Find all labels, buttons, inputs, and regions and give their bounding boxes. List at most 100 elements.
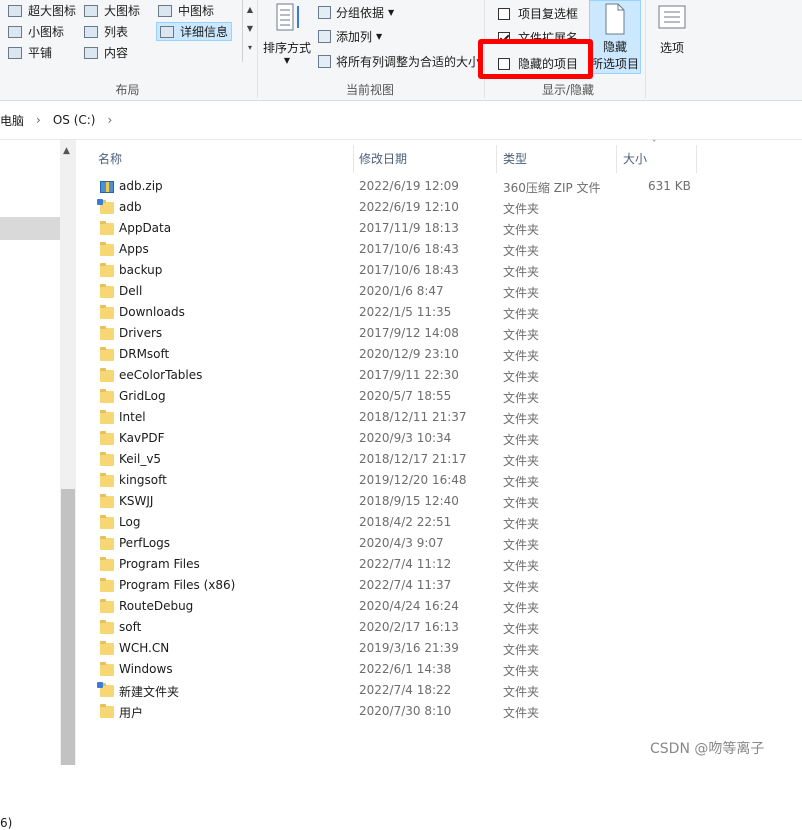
red-highlight-box (478, 39, 593, 79)
breadcrumb-parent[interactable]: 电脑 (0, 112, 24, 129)
file-name: kingsoft (119, 473, 167, 487)
column-header-name[interactable]: 名称 (98, 150, 122, 167)
table-row[interactable]: 用户 2020/7/30 8:10 文件夹 (96, 702, 776, 723)
scroll-up-icon[interactable]: ▲ (63, 146, 70, 156)
table-row[interactable]: Keil_v5 2018/12/17 21:17 文件夹 (96, 450, 776, 471)
layout-medium-icons[interactable]: 中图标 (158, 1, 214, 20)
file-type: 文件夹 (503, 664, 540, 678)
column-divider[interactable] (353, 145, 354, 173)
table-row[interactable]: Apps 2017/10/6 18:43 文件夹 (96, 240, 776, 261)
layout-list[interactable]: 列表 (84, 22, 128, 41)
sort-by-button[interactable]: 排序方式 ▼ (262, 2, 312, 65)
table-row[interactable]: backup 2017/10/6 18:43 文件夹 (96, 261, 776, 282)
file-type: 文件夹 (503, 370, 540, 384)
file-date: 2022/7/4 11:12 (359, 557, 452, 571)
file-type: 文件夹 (503, 223, 540, 237)
layout-details[interactable]: 详细信息 (156, 22, 233, 41)
chevron-down-icon: ▼ (376, 32, 383, 41)
hide-selected-items-button[interactable]: 隐藏 所选项目 (589, 0, 641, 74)
folder-icon (100, 431, 114, 445)
hide-document-icon (605, 3, 625, 35)
folder-icon (100, 536, 114, 550)
layout-group-title: 布局 (115, 83, 140, 97)
add-columns-button[interactable]: 添加列 ▼ (318, 28, 382, 45)
column-header-date[interactable]: 修改日期 (359, 150, 407, 167)
table-row[interactable]: Log 2018/4/2 22:51 文件夹 (96, 513, 776, 534)
nav-item-label[interactable]: 6) (0, 816, 12, 830)
nav-scrollbar[interactable]: ▲ (60, 140, 76, 765)
scrollbar-thumb[interactable] (61, 489, 75, 765)
column-divider[interactable] (496, 145, 497, 173)
file-name: Windows (119, 662, 173, 676)
file-type: 文件夹 (503, 307, 540, 321)
folder-icon (100, 599, 114, 613)
file-date: 2022/7/4 18:22 (359, 683, 452, 697)
layout-small-icons[interactable]: 小图标 (8, 22, 64, 41)
options-button[interactable]: 选项 (650, 4, 694, 56)
folder-icon (100, 641, 114, 655)
scroll-up-icon[interactable]: ▲ (243, 0, 257, 19)
file-date: 2017/9/11 22:30 (359, 368, 459, 382)
file-date: 2019/3/16 21:39 (359, 641, 459, 655)
group-by-button[interactable]: 分组依据 ▼ (318, 4, 394, 21)
table-row[interactable]: eeColorTables 2017/9/11 22:30 文件夹 (96, 366, 776, 387)
table-row[interactable]: DRMsoft 2020/12/9 23:10 文件夹 (96, 345, 776, 366)
file-type: 文件夹 (503, 706, 540, 720)
address-bar[interactable]: 电脑 › OS (C:) › (0, 101, 802, 140)
table-row[interactable]: KavPDF 2020/9/3 10:34 文件夹 (96, 429, 776, 450)
table-row[interactable]: kingsoft 2019/12/20 16:48 文件夹 (96, 471, 776, 492)
table-row[interactable]: RouteDebug 2020/4/24 16:24 文件夹 (96, 597, 776, 618)
breadcrumb-separator-icon: › (36, 113, 41, 127)
folder-icon (100, 473, 114, 487)
nav-selected-item[interactable] (0, 217, 60, 240)
navigation-pane: 6) ▲ (0, 140, 76, 830)
table-row[interactable]: GridLog 2020/5/7 18:55 文件夹 (96, 387, 776, 408)
table-row[interactable]: Program Files 2022/7/4 11:12 文件夹 (96, 555, 776, 576)
file-date: 2020/2/17 16:13 (359, 620, 459, 634)
group-divider (257, 0, 258, 98)
list-icon (84, 25, 98, 38)
table-row[interactable]: Windows 2022/6/1 14:38 文件夹 (96, 660, 776, 681)
table-row[interactable]: Intel 2018/12/11 21:37 文件夹 (96, 408, 776, 429)
table-row[interactable]: Dell 2020/1/6 8:47 文件夹 (96, 282, 776, 303)
file-date: 2018/12/11 21:37 (359, 410, 467, 424)
zip-icon (100, 181, 114, 193)
file-name: GridLog (119, 389, 166, 403)
table-row[interactable]: PerfLogs 2020/4/3 9:07 文件夹 (96, 534, 776, 555)
sort-by-icon (276, 3, 299, 31)
table-row[interactable]: adb 2022/6/19 12:10 文件夹 (96, 198, 776, 219)
file-type: 文件夹 (503, 580, 540, 594)
column-divider[interactable] (696, 145, 697, 173)
layout-large-icons[interactable]: 大图标 (84, 1, 140, 20)
table-row[interactable]: KSWJJ 2018/9/15 12:40 文件夹 (96, 492, 776, 513)
table-row[interactable]: adb.zip 2022/6/19 12:09 360压缩 ZIP 文件 631 KB (96, 177, 776, 198)
layout-extra-large-icons[interactable]: 超大图标 (8, 1, 76, 20)
table-row[interactable]: Downloads 2022/1/5 11:35 文件夹 (96, 303, 776, 324)
file-type: 文件夹 (503, 601, 540, 615)
folder-icon (100, 326, 114, 340)
file-name: Keil_v5 (119, 452, 162, 466)
column-header-size[interactable]: 大小 (623, 150, 647, 167)
table-row[interactable]: WCH.CN 2019/3/16 21:39 文件夹 (96, 639, 776, 660)
table-row[interactable]: AppData 2017/11/9 18:13 文件夹 (96, 219, 776, 240)
scroll-down-icon[interactable]: ▼ (243, 19, 257, 38)
column-header-type[interactable]: 类型 (503, 150, 527, 167)
item-checkboxes-toggle[interactable]: 项目复选框 (498, 5, 578, 22)
table-row[interactable]: Drivers 2017/9/12 14:08 文件夹 (96, 324, 776, 345)
layout-gallery-scroll[interactable]: ▲ ▼ ▾ (242, 0, 257, 62)
watermark: CSDN @吻等离子 (650, 741, 765, 757)
table-row[interactable]: soft 2020/2/17 16:13 文件夹 (96, 618, 776, 639)
size-all-columns-button[interactable]: 将所有列调整为合适的大小 (318, 53, 480, 70)
expand-gallery-icon[interactable]: ▾ (243, 38, 257, 57)
file-date: 2020/5/7 18:55 (359, 389, 452, 403)
file-name: Program Files (119, 557, 200, 571)
breadcrumb-separator-icon: › (107, 113, 113, 127)
breadcrumb-current[interactable]: OS (C:) (53, 113, 96, 127)
table-row[interactable]: Program Files (x86) 2022/7/4 11:37 文件夹 (96, 576, 776, 597)
column-divider[interactable] (616, 145, 617, 173)
layout-content[interactable]: 内容 (84, 43, 128, 62)
file-type: 文件夹 (503, 685, 540, 699)
layout-tiles[interactable]: 平铺 (8, 43, 52, 62)
file-date: 2017/10/6 18:43 (359, 263, 459, 277)
table-row[interactable]: 新建文件夹 2022/7/4 18:22 文件夹 (96, 681, 776, 702)
